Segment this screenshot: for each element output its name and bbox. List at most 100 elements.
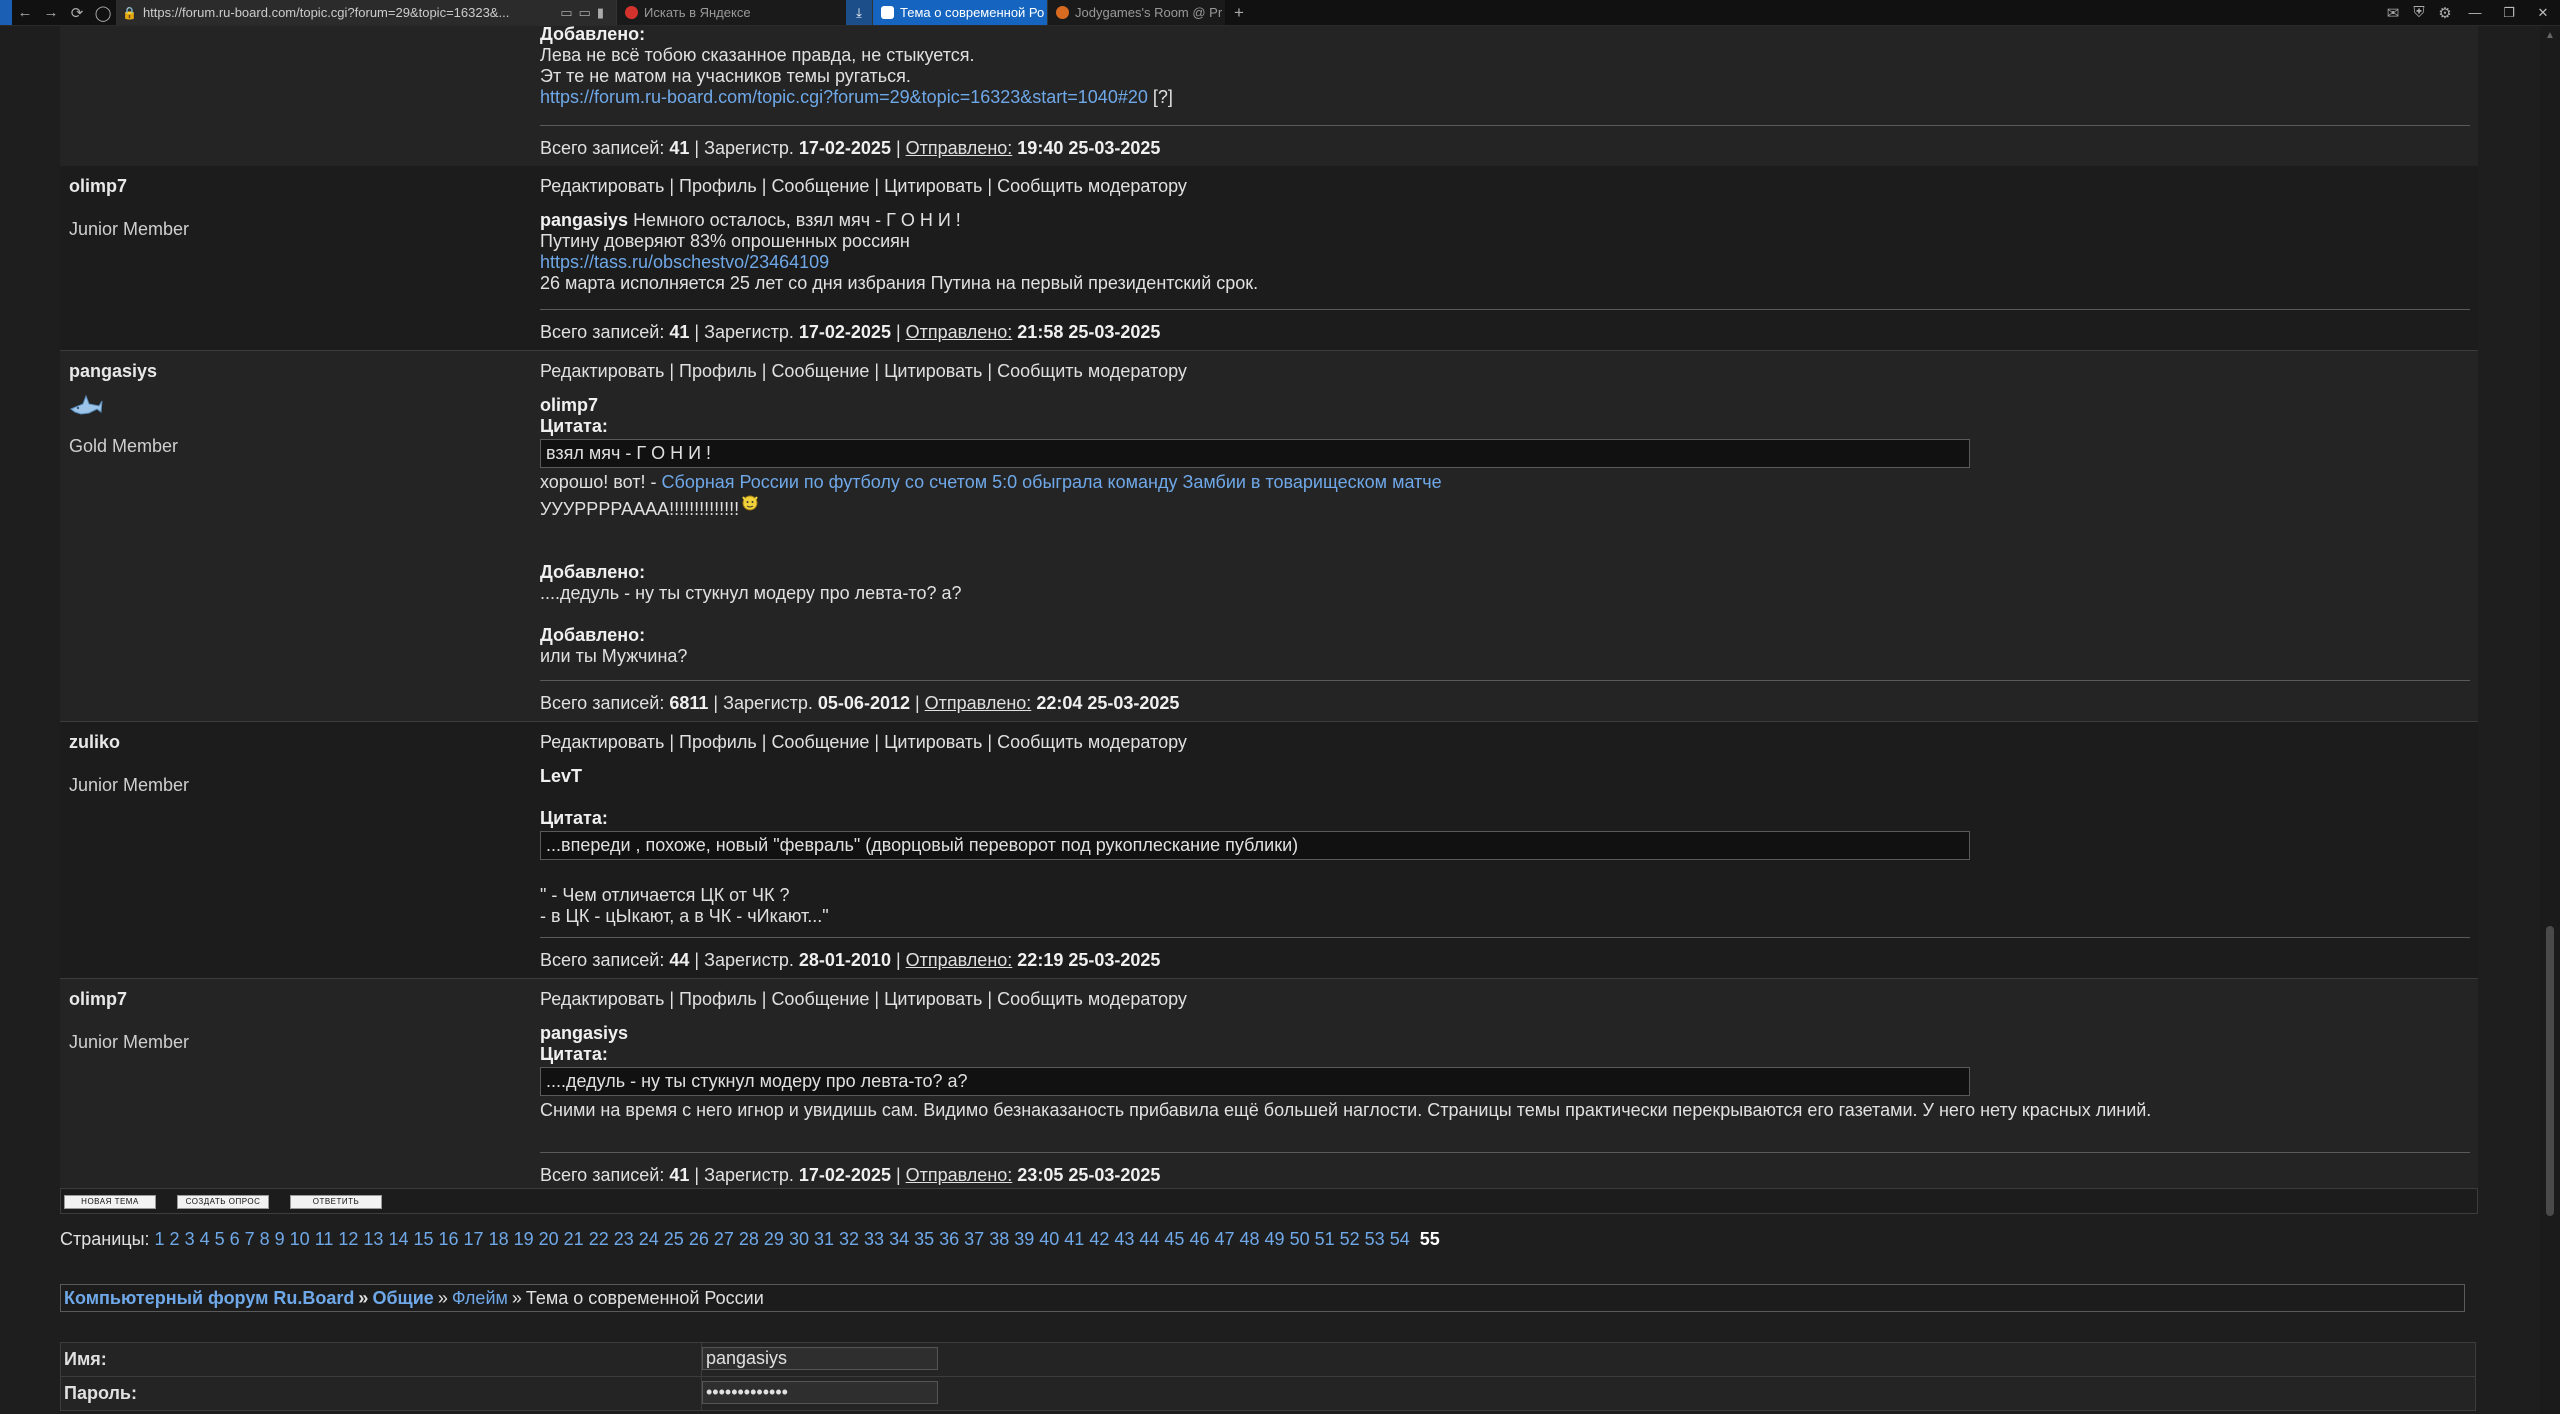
- page-link[interactable]: 35: [914, 1229, 934, 1249]
- page-link[interactable]: 32: [839, 1229, 859, 1249]
- message-link[interactable]: Сообщение: [771, 732, 869, 752]
- sidebar-toggle-button[interactable]: [0, 0, 12, 25]
- page-link[interactable]: 46: [1189, 1229, 1209, 1249]
- report-link[interactable]: Сообщить модератору: [997, 176, 1187, 196]
- quote-link[interactable]: Цитировать: [884, 989, 982, 1009]
- profile-link[interactable]: Профиль: [679, 176, 757, 196]
- page-link[interactable]: 45: [1164, 1229, 1184, 1249]
- extensions-icon[interactable]: ⚙: [2432, 0, 2458, 25]
- page-link[interactable]: 48: [1240, 1229, 1260, 1249]
- page-link[interactable]: 39: [1014, 1229, 1034, 1249]
- sent-link[interactable]: Отправлено:: [906, 1165, 1013, 1185]
- reload-icon[interactable]: ⟳: [64, 0, 90, 25]
- create-poll-button[interactable]: СОЗДАТЬ ОПРОС: [177, 1195, 269, 1209]
- post-link[interactable]: https://tass.ru/obschestvo/23464109: [540, 252, 829, 272]
- home-icon[interactable]: ◯: [90, 0, 116, 25]
- message-link[interactable]: Сообщение: [771, 989, 869, 1009]
- forward-icon[interactable]: →: [38, 0, 64, 25]
- report-link[interactable]: Сообщить модератору: [997, 989, 1187, 1009]
- author-nick[interactable]: olimp7: [69, 989, 540, 1010]
- post-link[interactable]: Сборная России по футболу со счетом 5:0 …: [662, 472, 1442, 492]
- edit-link[interactable]: Редактировать: [540, 361, 664, 381]
- page-link[interactable]: 29: [764, 1229, 784, 1249]
- address-bar-icons[interactable]: ▭▭▮: [560, 5, 610, 21]
- page-link[interactable]: 16: [439, 1229, 459, 1249]
- page-link[interactable]: 26: [689, 1229, 709, 1249]
- page-link[interactable]: 2: [170, 1229, 180, 1249]
- tab-jodygames[interactable]: Jodygames's Room @ Pr: [1047, 0, 1225, 25]
- page-link[interactable]: 20: [539, 1229, 559, 1249]
- tab-forum-topic[interactable]: Тема о современной Ро: [872, 0, 1047, 25]
- page-link[interactable]: 41: [1064, 1229, 1084, 1249]
- page-link[interactable]: 44: [1139, 1229, 1159, 1249]
- page-link[interactable]: 54: [1390, 1229, 1410, 1249]
- page-link[interactable]: 13: [363, 1229, 383, 1249]
- new-tab-button[interactable]: +: [1225, 3, 1253, 23]
- address-bar[interactable]: 🔒 https://forum.ru-board.com/topic.cgi?f…: [116, 0, 616, 25]
- download-icon[interactable]: ⤓: [846, 0, 872, 25]
- scrollbar-thumb[interactable]: [2546, 926, 2554, 1216]
- tab-yandex-search[interactable]: Искать в Яндексе: [616, 0, 846, 25]
- page-link[interactable]: 33: [864, 1229, 884, 1249]
- page-link[interactable]: 27: [714, 1229, 734, 1249]
- back-icon[interactable]: ←: [12, 0, 38, 25]
- page-link[interactable]: 40: [1039, 1229, 1059, 1249]
- page-link[interactable]: 3: [185, 1229, 195, 1249]
- new-topic-button[interactable]: НОВАЯ ТЕМА: [64, 1195, 156, 1209]
- shield-icon[interactable]: ⛨: [2406, 0, 2432, 25]
- sent-link[interactable]: Отправлено:: [906, 322, 1013, 342]
- page-link[interactable]: 30: [789, 1229, 809, 1249]
- profile-link[interactable]: Профиль: [679, 732, 757, 752]
- page-link[interactable]: 25: [664, 1229, 684, 1249]
- sent-link[interactable]: Отправлено:: [906, 138, 1013, 158]
- maximize-button[interactable]: ❐: [2492, 0, 2526, 25]
- mail-icon[interactable]: ✉: [2380, 0, 2406, 25]
- password-input[interactable]: [702, 1381, 938, 1404]
- page-scrollbar[interactable]: ▲: [2540, 26, 2560, 1414]
- page-link[interactable]: 49: [1265, 1229, 1285, 1249]
- breadcrumb-section-link[interactable]: Общие: [372, 1288, 433, 1308]
- page-link[interactable]: 8: [260, 1229, 270, 1249]
- page-link[interactable]: 4: [200, 1229, 210, 1249]
- edit-link[interactable]: Редактировать: [540, 989, 664, 1009]
- breadcrumb-subforum-link[interactable]: Флейм: [452, 1288, 508, 1308]
- scroll-up-icon[interactable]: ▲: [2545, 30, 2555, 41]
- quote-link[interactable]: Цитировать: [884, 176, 982, 196]
- report-link[interactable]: Сообщить модератору: [997, 732, 1187, 752]
- page-link[interactable]: 14: [388, 1229, 408, 1249]
- author-nick[interactable]: pangasiys: [69, 361, 540, 382]
- link-help[interactable]: [?]: [1153, 87, 1173, 107]
- author-nick[interactable]: zuliko: [69, 732, 540, 753]
- page-link[interactable]: 43: [1114, 1229, 1134, 1249]
- page-link[interactable]: 50: [1290, 1229, 1310, 1249]
- quote-link[interactable]: Цитировать: [884, 732, 982, 752]
- page-link[interactable]: 47: [1214, 1229, 1234, 1249]
- message-link[interactable]: Сообщение: [771, 176, 869, 196]
- page-link[interactable]: 15: [413, 1229, 433, 1249]
- page-link[interactable]: 24: [639, 1229, 659, 1249]
- page-link[interactable]: 37: [964, 1229, 984, 1249]
- close-button[interactable]: ✕: [2526, 0, 2560, 25]
- page-link[interactable]: 52: [1340, 1229, 1360, 1249]
- page-link[interactable]: 51: [1315, 1229, 1335, 1249]
- page-link[interactable]: 5: [215, 1229, 225, 1249]
- page-link[interactable]: 38: [989, 1229, 1009, 1249]
- edit-link[interactable]: Редактировать: [540, 732, 664, 752]
- page-link[interactable]: 34: [889, 1229, 909, 1249]
- message-link[interactable]: Сообщение: [771, 361, 869, 381]
- page-link[interactable]: 11: [315, 1229, 334, 1249]
- page-link[interactable]: 53: [1365, 1229, 1385, 1249]
- page-link[interactable]: 7: [245, 1229, 255, 1249]
- report-link[interactable]: Сообщить модератору: [997, 361, 1187, 381]
- page-link[interactable]: 22: [589, 1229, 609, 1249]
- sent-link[interactable]: Отправлено:: [906, 950, 1013, 970]
- reply-button[interactable]: ОТВЕТИТЬ: [290, 1195, 382, 1209]
- page-link[interactable]: 9: [275, 1229, 285, 1249]
- page-link[interactable]: 1: [155, 1229, 165, 1249]
- page-link[interactable]: 17: [464, 1229, 484, 1249]
- page-link[interactable]: 23: [614, 1229, 634, 1249]
- profile-link[interactable]: Профиль: [679, 989, 757, 1009]
- edit-link[interactable]: Редактировать: [540, 176, 664, 196]
- profile-link[interactable]: Профиль: [679, 361, 757, 381]
- post-link[interactable]: https://forum.ru-board.com/topic.cgi?for…: [540, 87, 1148, 107]
